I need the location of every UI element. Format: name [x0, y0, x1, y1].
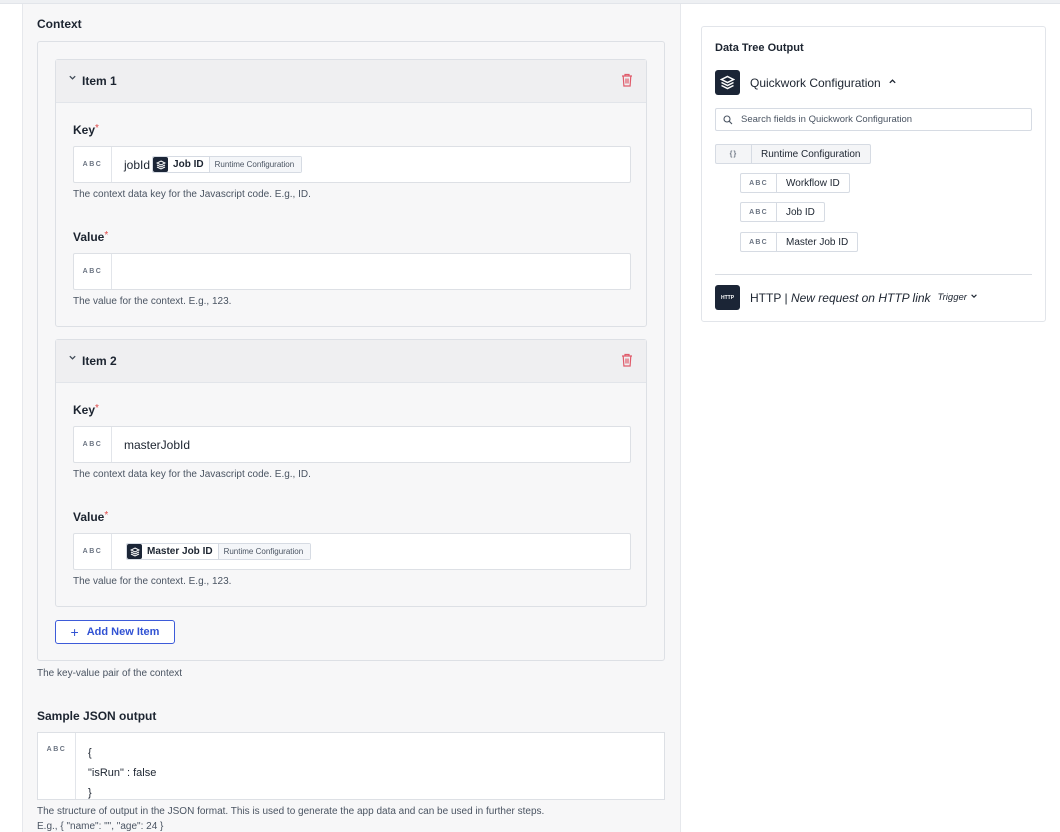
- add-item-label: Add New Item: [86, 626, 160, 638]
- key-input[interactable]: ABC jobId Job ID Runtime Configuration: [73, 146, 631, 183]
- chevron-up-icon[interactable]: [888, 77, 897, 89]
- chevron-down-icon[interactable]: [68, 73, 77, 85]
- datapill-source: Runtime Configuration: [217, 544, 311, 559]
- type-badge: ABC: [741, 203, 777, 221]
- tree-field-label: Job ID: [786, 206, 815, 218]
- value-label: Value*: [73, 230, 109, 244]
- value-label: Value*: [73, 510, 109, 524]
- add-item-button[interactable]: + Add New Item: [55, 620, 175, 644]
- tree-field-workflow-id[interactable]: ABC Workflow ID: [740, 173, 850, 193]
- datapill-source: Runtime Configuration: [208, 157, 302, 172]
- type-badge: ABC: [74, 147, 112, 182]
- datapill-name: Master Job ID: [147, 546, 213, 557]
- context-help: The key-value pair of the context: [37, 668, 183, 679]
- tree-field-master-job-id[interactable]: ABC Master Job ID: [740, 232, 859, 252]
- data-tree-panel: Data Tree Output Quickwork Configuration…: [701, 26, 1046, 322]
- layers-icon: [127, 544, 142, 559]
- item-header[interactable]: Item 2: [56, 340, 646, 383]
- value-help: The value for the context. E.g., 123.: [73, 296, 232, 307]
- trigger-label[interactable]: Trigger: [938, 292, 978, 303]
- divider: [715, 274, 1032, 275]
- key-help: The context data key for the Javascript …: [73, 189, 311, 200]
- datapill[interactable]: Job ID Runtime Configuration: [152, 156, 303, 173]
- key-help: The context data key for the Javascript …: [73, 469, 311, 480]
- sample-example: E.g., { "name": "", "age": 24 }: [37, 821, 164, 832]
- tree-field-label: Master Job ID: [786, 236, 849, 248]
- sample-help: The structure of output in the JSON form…: [37, 806, 545, 817]
- tree-field-job-id[interactable]: ABC Job ID: [740, 202, 825, 222]
- http-label: HTTP | New request on HTTP link: [750, 290, 931, 305]
- http-trigger-header[interactable]: HTTP HTTP | New request on HTTP link Tri…: [715, 285, 978, 310]
- item-header[interactable]: Item 1: [56, 60, 646, 103]
- type-badge: ABC: [741, 174, 777, 192]
- search-placeholder: Search fields in Quickwork Configuration: [741, 114, 913, 125]
- search-icon: [723, 114, 733, 124]
- datapill[interactable]: Master Job ID Runtime Configuration: [126, 543, 312, 560]
- type-badge: ABC: [74, 427, 112, 462]
- context-item: Item 1 Key* ABC jobId Job ID Runtime Con…: [55, 59, 647, 327]
- value-help: The value for the context. E.g., 123.: [73, 576, 232, 587]
- search-input[interactable]: Search fields in Quickwork Configuration: [715, 108, 1032, 131]
- tree-group-label: Runtime Configuration: [761, 148, 861, 160]
- context-title: Context: [37, 17, 82, 31]
- type-badge: ABC: [38, 733, 76, 799]
- trash-icon[interactable]: [621, 353, 633, 367]
- datapill-name: Job ID: [173, 159, 204, 170]
- type-badge: ABC: [74, 254, 112, 289]
- context-item: Item 2 Key* ABC masterJobId The context …: [55, 339, 647, 607]
- sample-title: Sample JSON output: [37, 709, 157, 723]
- code-line: {: [88, 747, 92, 759]
- data-tree-title: Data Tree Output: [715, 42, 804, 54]
- tree-group-runtime[interactable]: {} Runtime Configuration: [715, 144, 871, 164]
- tree-field-label: Workflow ID: [786, 177, 840, 189]
- chevron-down-icon[interactable]: [68, 353, 77, 365]
- app-header[interactable]: Quickwork Configuration: [715, 70, 897, 95]
- key-label: Key*: [73, 123, 99, 137]
- item-title: Item 2: [82, 354, 117, 368]
- type-badge: ABC: [74, 534, 112, 569]
- layers-icon: [715, 70, 740, 95]
- code-line: }: [88, 787, 92, 799]
- key-text: masterJobId: [124, 437, 191, 452]
- sample-json-input[interactable]: ABC { "isRun" : false }: [37, 732, 665, 800]
- sample-json-code: { "isRun" : false }: [88, 743, 156, 803]
- layers-icon: [153, 157, 169, 172]
- http-logo: HTTP: [715, 285, 740, 310]
- key-input[interactable]: ABC masterJobId: [73, 426, 631, 463]
- value-input[interactable]: ABC Master Job ID Runtime Configuration: [73, 533, 631, 570]
- code-line: "isRun" : false: [88, 767, 157, 779]
- chevron-down-icon: [970, 294, 977, 298]
- trash-icon[interactable]: [621, 73, 633, 87]
- app-label: Quickwork Configuration: [750, 75, 881, 90]
- item-title: Item 1: [82, 74, 117, 88]
- type-badge: ABC: [741, 233, 777, 251]
- value-input[interactable]: ABC: [73, 253, 631, 290]
- key-label: Key*: [73, 403, 99, 417]
- object-type-badge: {}: [716, 145, 752, 163]
- key-text: jobId: [124, 157, 151, 172]
- plus-icon: +: [70, 624, 79, 640]
